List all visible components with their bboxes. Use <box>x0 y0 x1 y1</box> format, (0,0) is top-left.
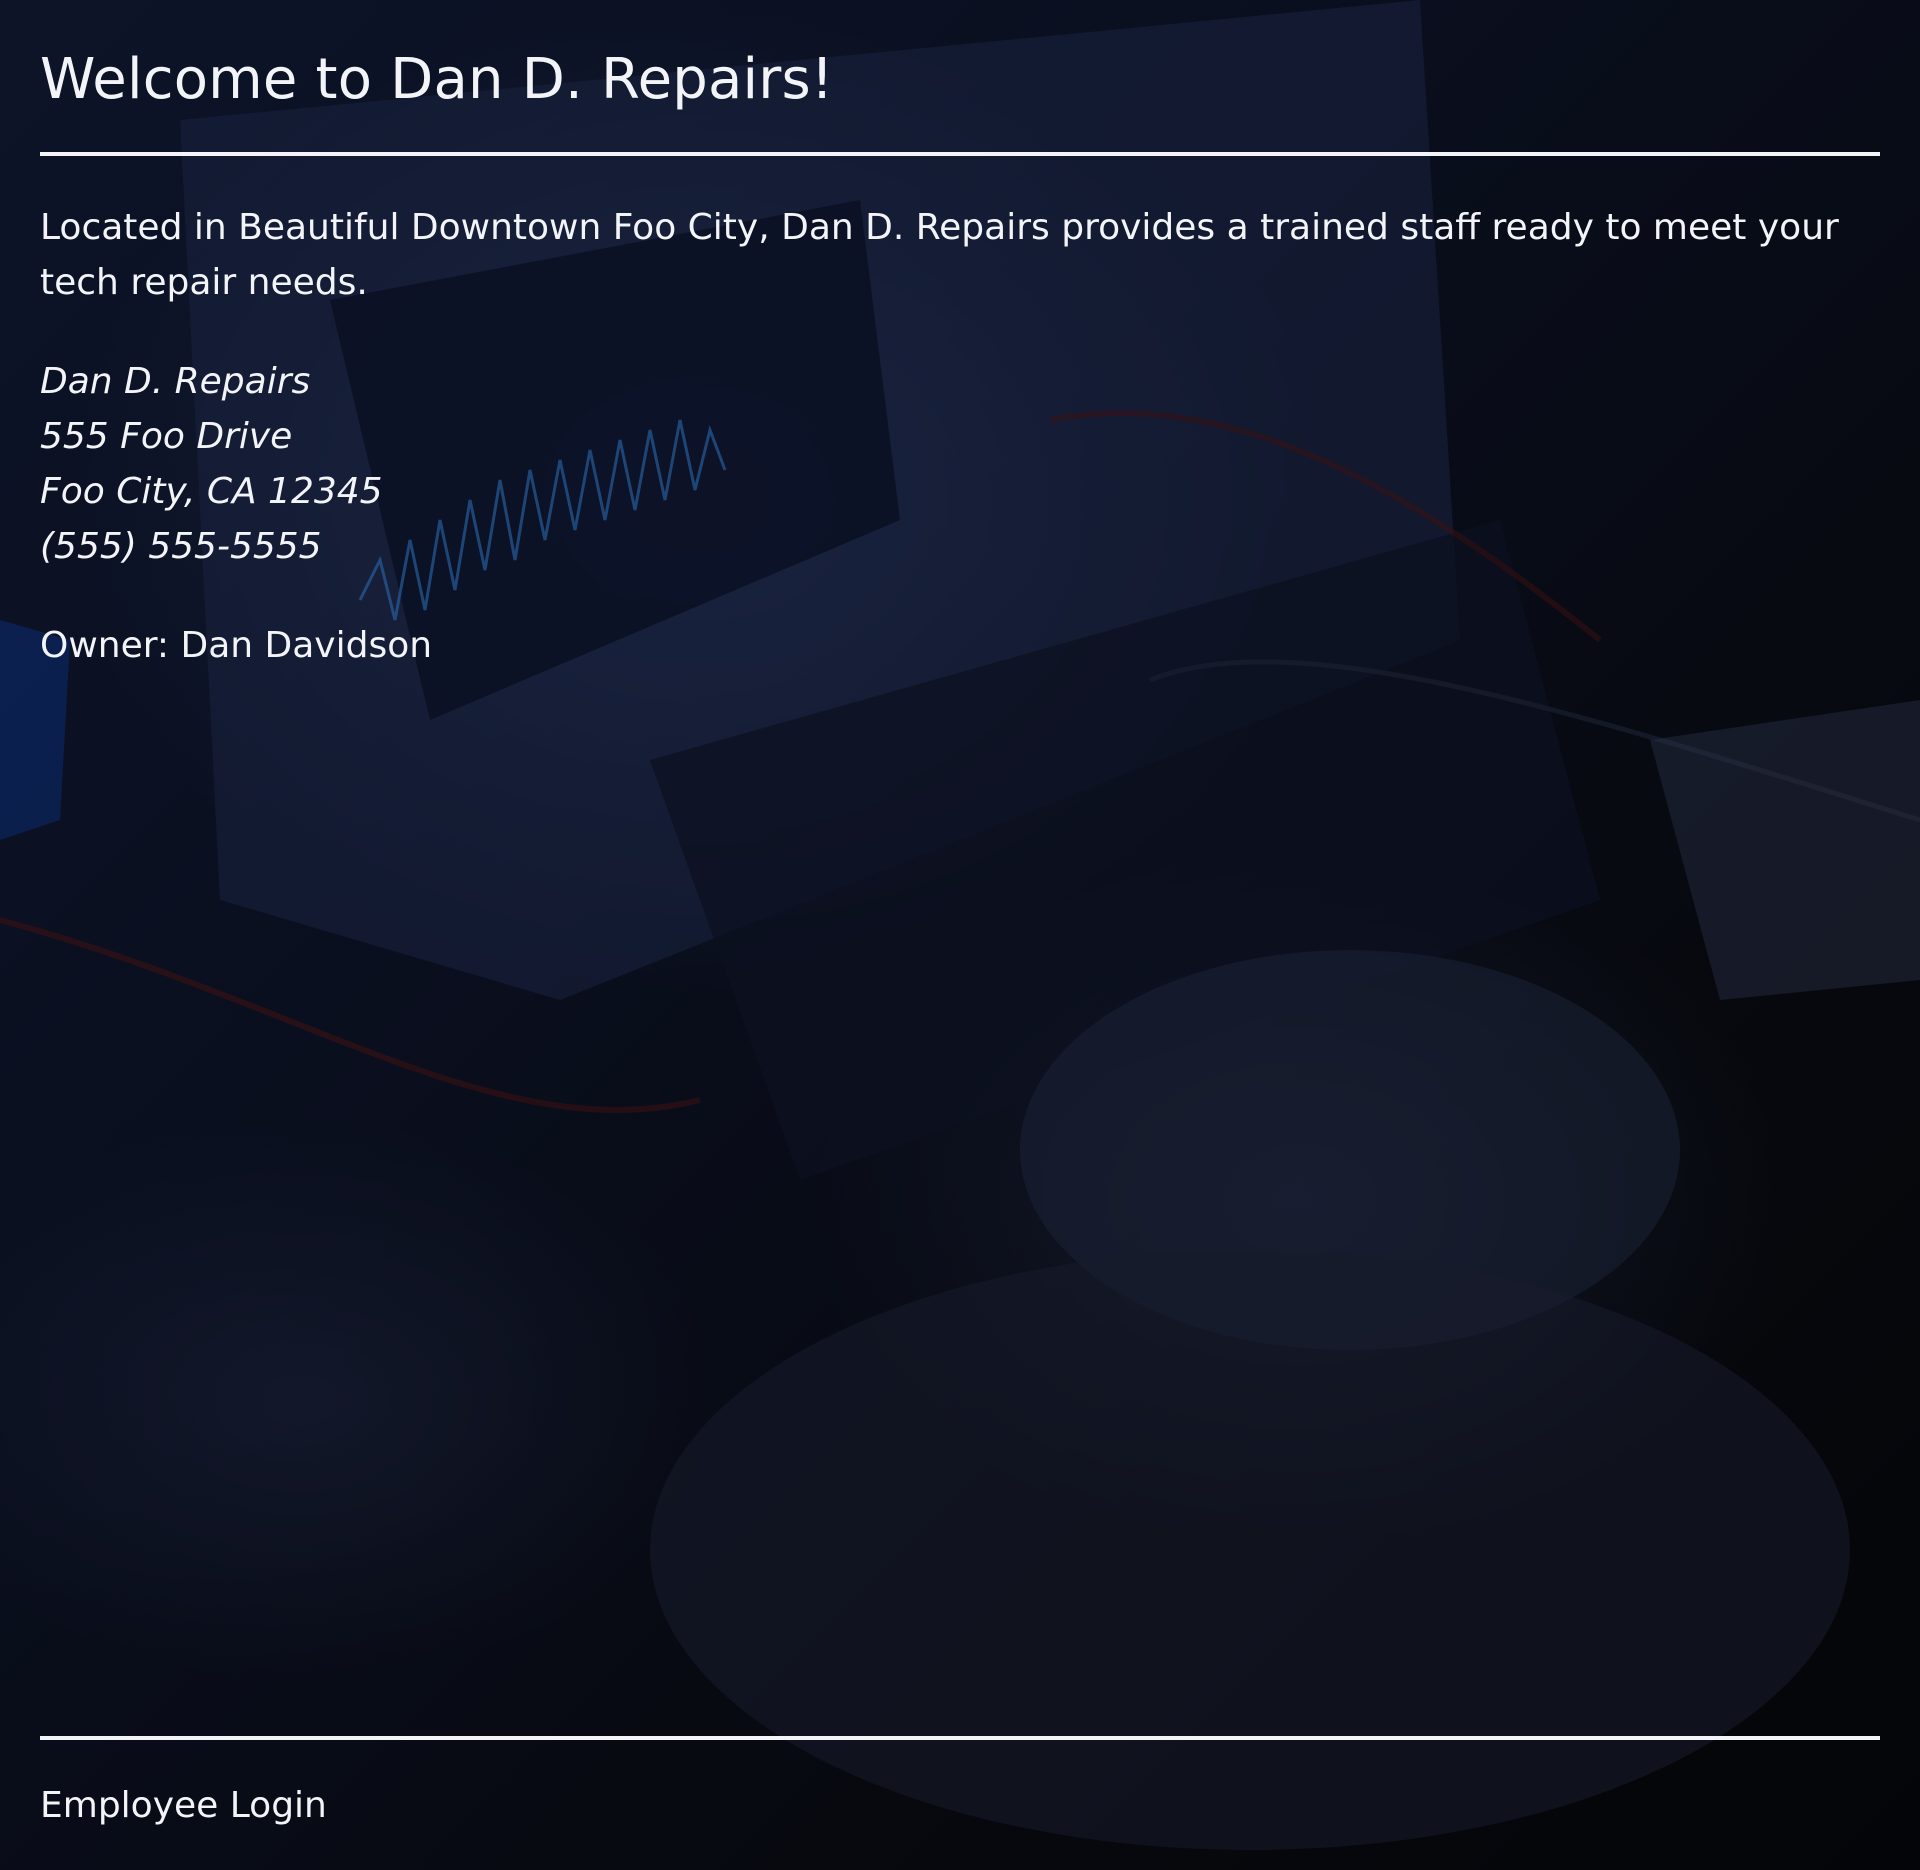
intro-paragraph: Located in Beautiful Downtown Foo City, … <box>40 207 1839 303</box>
footer: Employee Login <box>40 1736 1880 1833</box>
business-address: Dan D. Repairs 555 Foo Drive Foo City, C… <box>40 354 1880 574</box>
footer-divider <box>40 1736 1880 1740</box>
address-city-state-zip: Foo City, CA 12345 <box>40 471 383 512</box>
address-street: 555 Foo Drive <box>40 416 293 457</box>
address-business-name: Dan D. Repairs <box>40 361 311 402</box>
page-title: Welcome to Dan D. Repairs! <box>40 47 834 112</box>
page-content: Welcome to Dan D. Repairs! Located in Be… <box>0 0 1920 673</box>
header-divider <box>40 152 1880 156</box>
employee-login-link[interactable]: Employee Login <box>40 1778 327 1833</box>
address-phone: (555) 555-5555 <box>40 526 322 567</box>
owner-text: Owner: Dan Davidson <box>40 625 433 666</box>
